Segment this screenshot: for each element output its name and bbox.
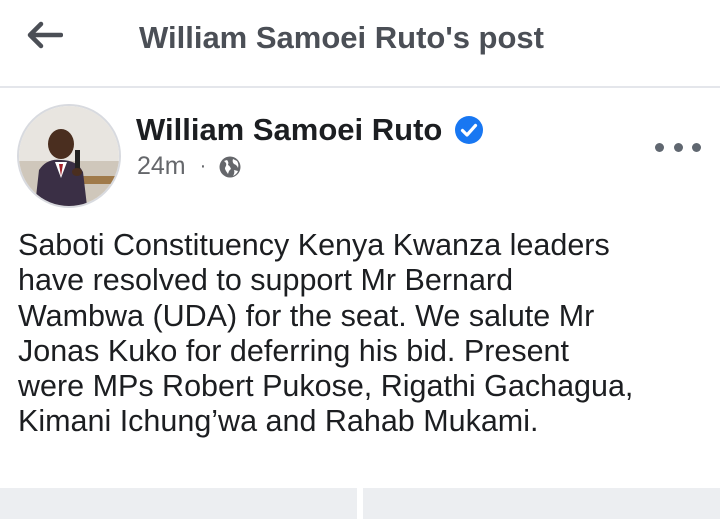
meta-separator: ·: [199, 155, 207, 177]
action-bar: [0, 488, 720, 519]
verified-check-icon: [455, 116, 484, 144]
page-title: William Samoei Ruto's post: [139, 20, 544, 55]
back-button[interactable]: [22, 14, 68, 56]
post-time[interactable]: 24m: [137, 152, 186, 181]
more-options-button[interactable]: [655, 134, 701, 160]
back-arrow-icon: [27, 21, 63, 49]
post-text: Saboti Constituency Kenya Kwanza leaders…: [18, 228, 634, 439]
profile-photo: [19, 106, 119, 206]
more-options-icon: [655, 142, 664, 152]
post-author: William Samoei Ruto: [136, 112, 484, 148]
globe-icon: [219, 156, 241, 177]
action-button-left[interactable]: [0, 488, 357, 519]
action-button-right[interactable]: [363, 488, 720, 519]
post-meta: 24m ·: [137, 152, 242, 181]
author-name[interactable]: William Samoei Ruto: [136, 112, 442, 148]
top-bar: William Samoei Ruto's post: [0, 0, 720, 88]
avatar[interactable]: [17, 104, 121, 208]
post-card: William Samoei Ruto 24m · Saboti Constit…: [0, 88, 720, 488]
